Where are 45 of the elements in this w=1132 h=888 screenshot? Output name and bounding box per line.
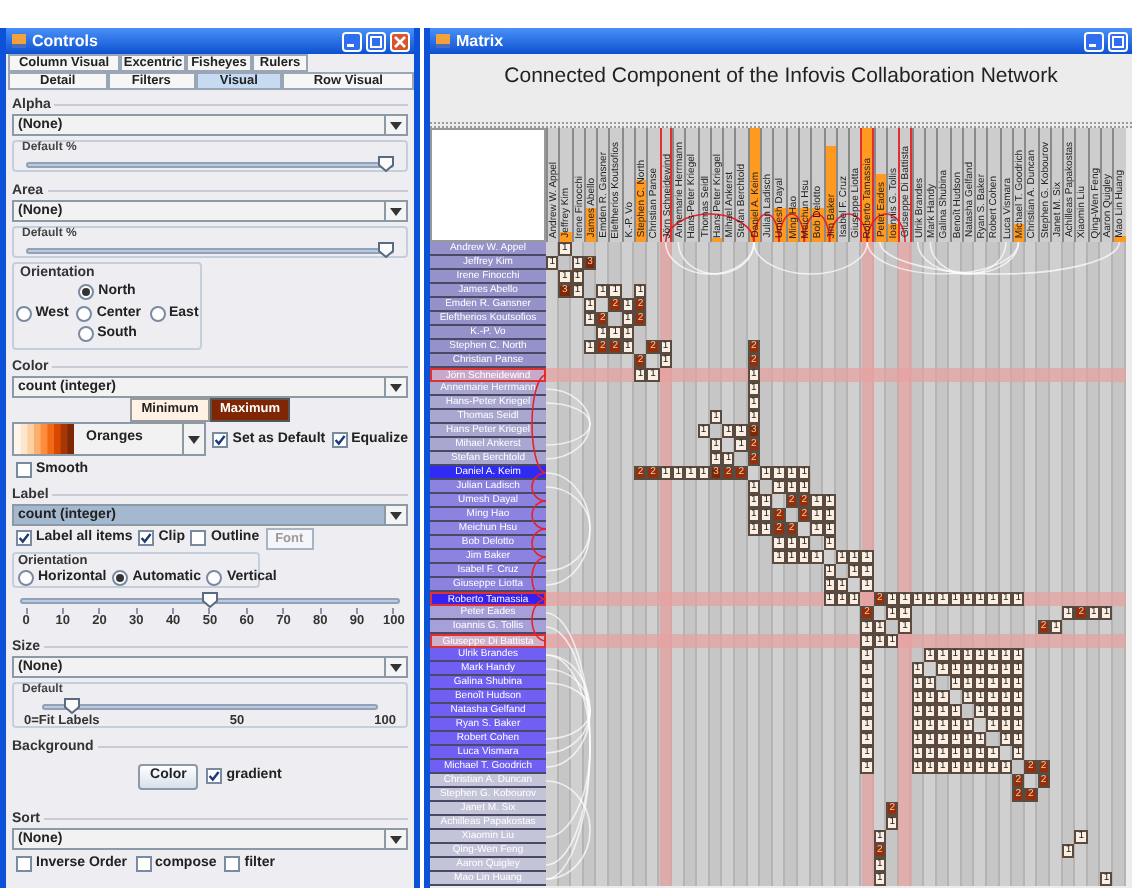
slider-thumb[interactable] <box>64 698 81 714</box>
checkbox[interactable] <box>206 768 223 784</box>
maximize-button[interactable] <box>366 31 386 51</box>
slider-track[interactable] <box>42 704 378 710</box>
slider-thumb[interactable] <box>378 242 394 258</box>
checkbox[interactable] <box>190 530 207 546</box>
maximize-button[interactable] <box>1108 31 1128 51</box>
minimize-button[interactable] <box>1084 31 1104 51</box>
caret-icon <box>390 121 402 129</box>
radio-button[interactable] <box>76 305 93 321</box>
radio-button[interactable] <box>112 569 129 585</box>
checkbox[interactable] <box>331 431 348 447</box>
radio-button[interactable] <box>206 569 223 585</box>
caret-icon <box>390 835 402 843</box>
slider-thumb[interactable] <box>202 592 218 608</box>
close-icon <box>394 35 406 47</box>
caret-icon <box>188 435 201 443</box>
slider-track[interactable] <box>20 598 400 604</box>
checkbox[interactable] <box>224 856 241 872</box>
radio-button[interactable] <box>18 569 34 585</box>
radio-button[interactable] <box>77 326 94 342</box>
radio-button[interactable] <box>78 284 95 300</box>
caret-icon <box>390 663 402 671</box>
checkbox[interactable] <box>212 431 229 447</box>
radio-button[interactable] <box>15 305 32 321</box>
checkbox[interactable] <box>16 461 32 477</box>
app-icon <box>434 32 452 50</box>
app-icon <box>10 32 28 50</box>
chart-title: Connected Component of the Infovis Collaboration Network <box>504 64 1058 92</box>
caret-icon <box>390 511 402 519</box>
caret-icon <box>390 383 402 391</box>
checkbox[interactable] <box>16 530 32 546</box>
checkbox[interactable] <box>135 856 152 872</box>
window-title: Controls <box>32 30 100 54</box>
close-button[interactable] <box>390 31 410 51</box>
checkbox[interactable] <box>16 856 32 872</box>
radio-button[interactable] <box>149 305 165 321</box>
checkbox[interactable] <box>138 530 155 546</box>
window-title: Matrix <box>456 30 506 54</box>
gradient-swatch <box>14 424 74 454</box>
maximize-icon <box>370 35 382 47</box>
slider-thumb[interactable] <box>378 156 394 172</box>
minimize-button[interactable] <box>342 31 362 51</box>
maximize-icon <box>1112 35 1124 47</box>
caret-icon <box>390 207 402 215</box>
